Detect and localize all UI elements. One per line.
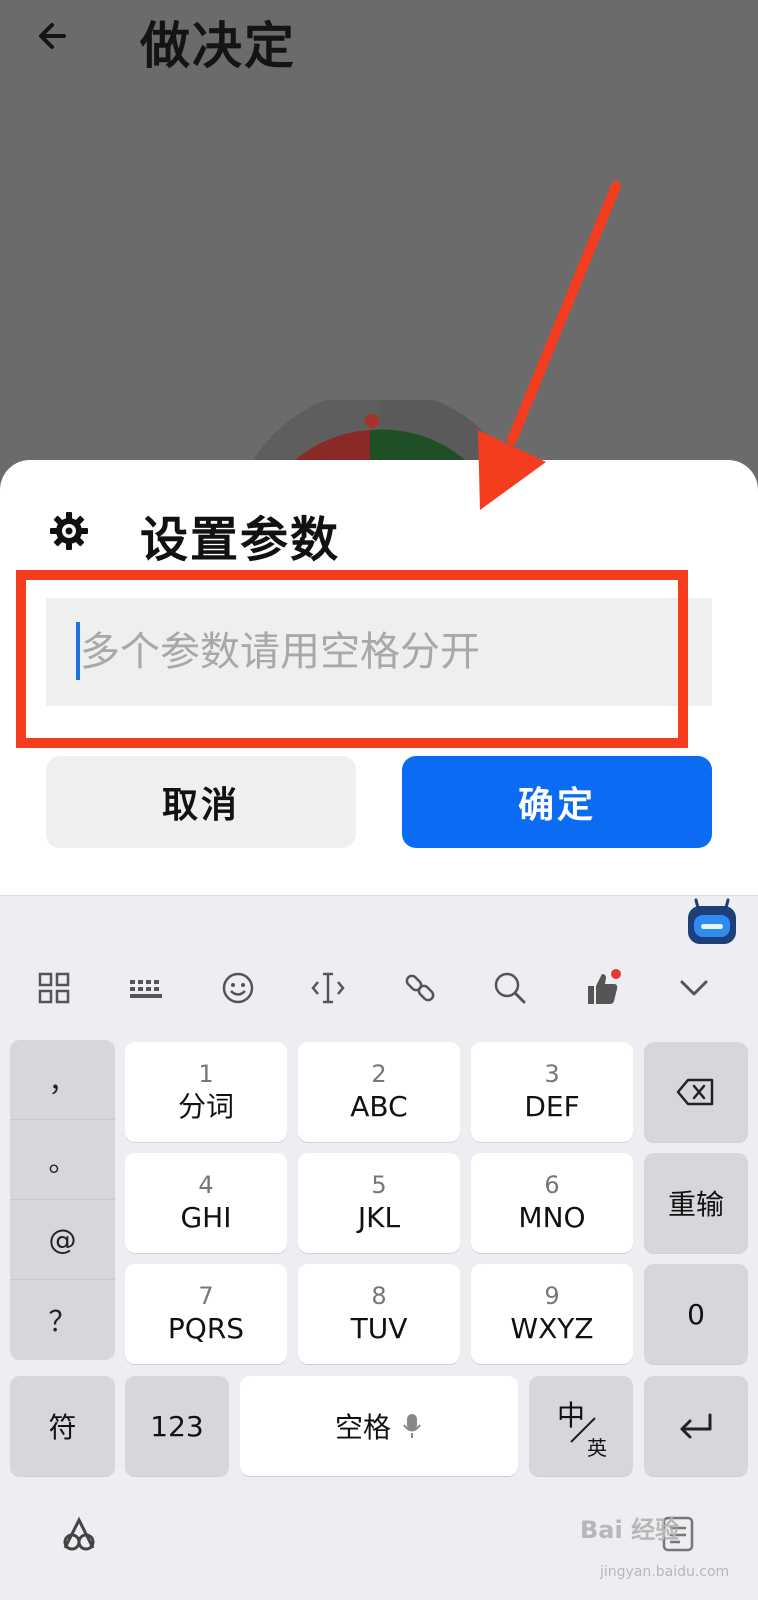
app-bar: 做决定 (0, 0, 758, 80)
input-method-logo-icon[interactable] (57, 1512, 101, 1556)
slash-divider (570, 1417, 596, 1443)
punct-at-key[interactable]: @ (10, 1200, 115, 1280)
key-4-label: GHI (180, 1201, 232, 1234)
cursor-icon[interactable] (308, 968, 348, 1008)
key-7[interactable]: 7 PQRS (125, 1264, 287, 1364)
punct-question-key[interactable]: ？ (10, 1280, 115, 1360)
page-title: 做决定 (140, 17, 296, 75)
microphone-icon (403, 1414, 421, 1438)
thumbs-up-icon[interactable] (582, 968, 622, 1008)
cancel-button[interactable]: 取消 (46, 756, 356, 848)
watermark: Bai 经验 (580, 1516, 680, 1544)
key-7-label: PQRS (167, 1312, 245, 1345)
key-8[interactable]: 8 TUV (298, 1264, 460, 1364)
search-icon[interactable] (490, 968, 530, 1008)
dialog-title: 设置参数 (140, 512, 341, 568)
watermark-url: jingyan.baidu.com (600, 1564, 730, 1580)
key-5[interactable]: 5 JKL (298, 1153, 460, 1253)
backspace-icon (676, 1078, 714, 1106)
link-icon[interactable] (400, 968, 440, 1008)
key-1-number: 1 (198, 1060, 214, 1088)
zero-label: 0 (687, 1297, 705, 1331)
symbol-label: 符 (48, 1411, 77, 1444)
key-5-number: 5 (371, 1171, 387, 1199)
punct-period-key[interactable]: 。 (10, 1120, 115, 1200)
zero-key[interactable]: 0 (644, 1264, 748, 1364)
emoji-icon[interactable] (218, 968, 258, 1008)
back-arrow-icon[interactable] (34, 16, 74, 56)
key-3[interactable]: 3 DEF (471, 1042, 633, 1142)
enter-key[interactable] (644, 1376, 748, 1476)
gear-icon (50, 512, 88, 550)
key-4-number: 4 (198, 1171, 214, 1199)
punct-comma-key[interactable]: ， (10, 1040, 115, 1120)
key-9-label: WXYZ (510, 1312, 594, 1345)
key-5-label: JKL (357, 1201, 401, 1234)
key-7-number: 7 (198, 1282, 214, 1310)
space-key[interactable]: 空格 (240, 1376, 518, 1476)
assistant-mascot-icon[interactable] (686, 898, 738, 946)
key-2[interactable]: 2 ABC (298, 1042, 460, 1142)
key-3-label: DEF (524, 1090, 580, 1123)
number-mode-key[interactable]: 123 (125, 1376, 229, 1476)
retype-label: 重输 (667, 1188, 724, 1221)
key-6[interactable]: 6 MNO (471, 1153, 633, 1253)
chevron-down-icon[interactable] (674, 968, 714, 1008)
grid-icon[interactable] (34, 968, 74, 1008)
key-4[interactable]: 4 GHI (125, 1153, 287, 1253)
symbol-key[interactable]: 符 (10, 1376, 115, 1476)
key-2-label: ABC (350, 1090, 408, 1123)
key-2-number: 2 (371, 1060, 387, 1088)
annotation-arrow (478, 181, 621, 510)
space-label: 空格 (334, 1411, 391, 1444)
key-1-label: 分词 (177, 1090, 234, 1123)
key-8-label: TUV (350, 1312, 408, 1345)
key-1[interactable]: 1 分词 (125, 1042, 287, 1142)
key-9[interactable]: 9 WXYZ (471, 1264, 633, 1364)
keyboard-icon[interactable] (126, 968, 166, 1008)
confirm-button[interactable]: 确定 (402, 756, 712, 848)
number-mode-label: 123 (150, 1409, 204, 1443)
key-6-label: MNO (518, 1201, 586, 1234)
retype-key[interactable]: 重输 (644, 1153, 748, 1253)
backspace-key[interactable] (644, 1042, 748, 1142)
enter-icon (680, 1413, 712, 1439)
key-9-number: 9 (544, 1282, 560, 1310)
key-6-number: 6 (544, 1171, 560, 1199)
annotation-box (16, 570, 688, 748)
key-8-number: 8 (371, 1282, 387, 1310)
punctuation-column: ， 。 @ ？ (10, 1040, 115, 1360)
key-3-number: 3 (544, 1060, 560, 1088)
language-switch-key[interactable]: 中 英 (529, 1376, 633, 1476)
